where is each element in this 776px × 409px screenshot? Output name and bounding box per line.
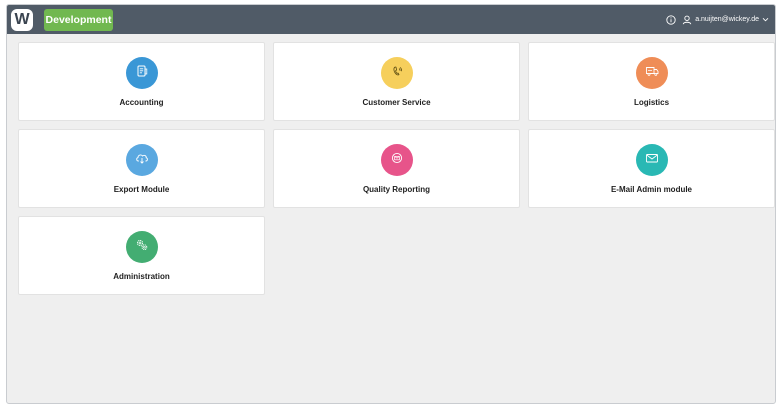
cloud-download-icon: [134, 151, 150, 170]
module-label: Administration: [113, 272, 170, 281]
module-label: E-Mail Admin module: [610, 185, 693, 194]
module-label: Accounting: [119, 98, 164, 107]
document-icon: [135, 64, 149, 83]
module-icon-circle: [380, 144, 413, 176]
phone-icon: [390, 64, 404, 83]
user-menu[interactable]: a.nuijten@wickey.de: [682, 15, 769, 25]
user-icon: [682, 15, 692, 25]
mail-badge-icon: [390, 151, 404, 170]
module-card-customer-service[interactable]: Customer Service: [273, 42, 520, 121]
module-label: Customer Service: [362, 98, 431, 107]
user-area: a.nuijten@wickey.de: [666, 5, 769, 34]
module-label: Logistics: [633, 98, 670, 107]
module-icon-circle: [635, 57, 668, 89]
module-icon-circle: [125, 57, 158, 89]
module-icon-circle: [635, 144, 668, 176]
module-icon-circle: [125, 144, 158, 176]
module-card-export-module[interactable]: Export Module: [18, 129, 265, 208]
info-icon[interactable]: [666, 14, 676, 25]
module-card-email-admin-module[interactable]: E-Mail Admin module: [528, 129, 775, 208]
environment-badge[interactable]: Development: [44, 9, 113, 31]
user-email: a.nuijten@wickey.de: [695, 16, 759, 23]
truck-icon: [644, 64, 660, 83]
app-logo[interactable]: W: [11, 9, 33, 31]
module-card-accounting[interactable]: Accounting: [18, 42, 265, 121]
module-card-logistics[interactable]: Logistics: [528, 42, 775, 121]
gears-icon: [134, 237, 150, 258]
module-label: Export Module: [113, 185, 170, 194]
envelope-icon: [644, 151, 660, 170]
module-icon-circle: [380, 57, 413, 89]
chevron-down-icon: [762, 16, 769, 23]
top-navigation-bar: W Development a.nuijten@wickey.de: [7, 5, 775, 34]
app-window: W Development a.nuijten@wickey.de Accoun…: [6, 4, 776, 404]
module-card-administration[interactable]: Administration: [18, 216, 265, 295]
module-label: Quality Reporting: [362, 185, 431, 194]
module-icon-circle: [125, 231, 158, 263]
module-card-quality-reporting[interactable]: Quality Reporting: [273, 129, 520, 208]
